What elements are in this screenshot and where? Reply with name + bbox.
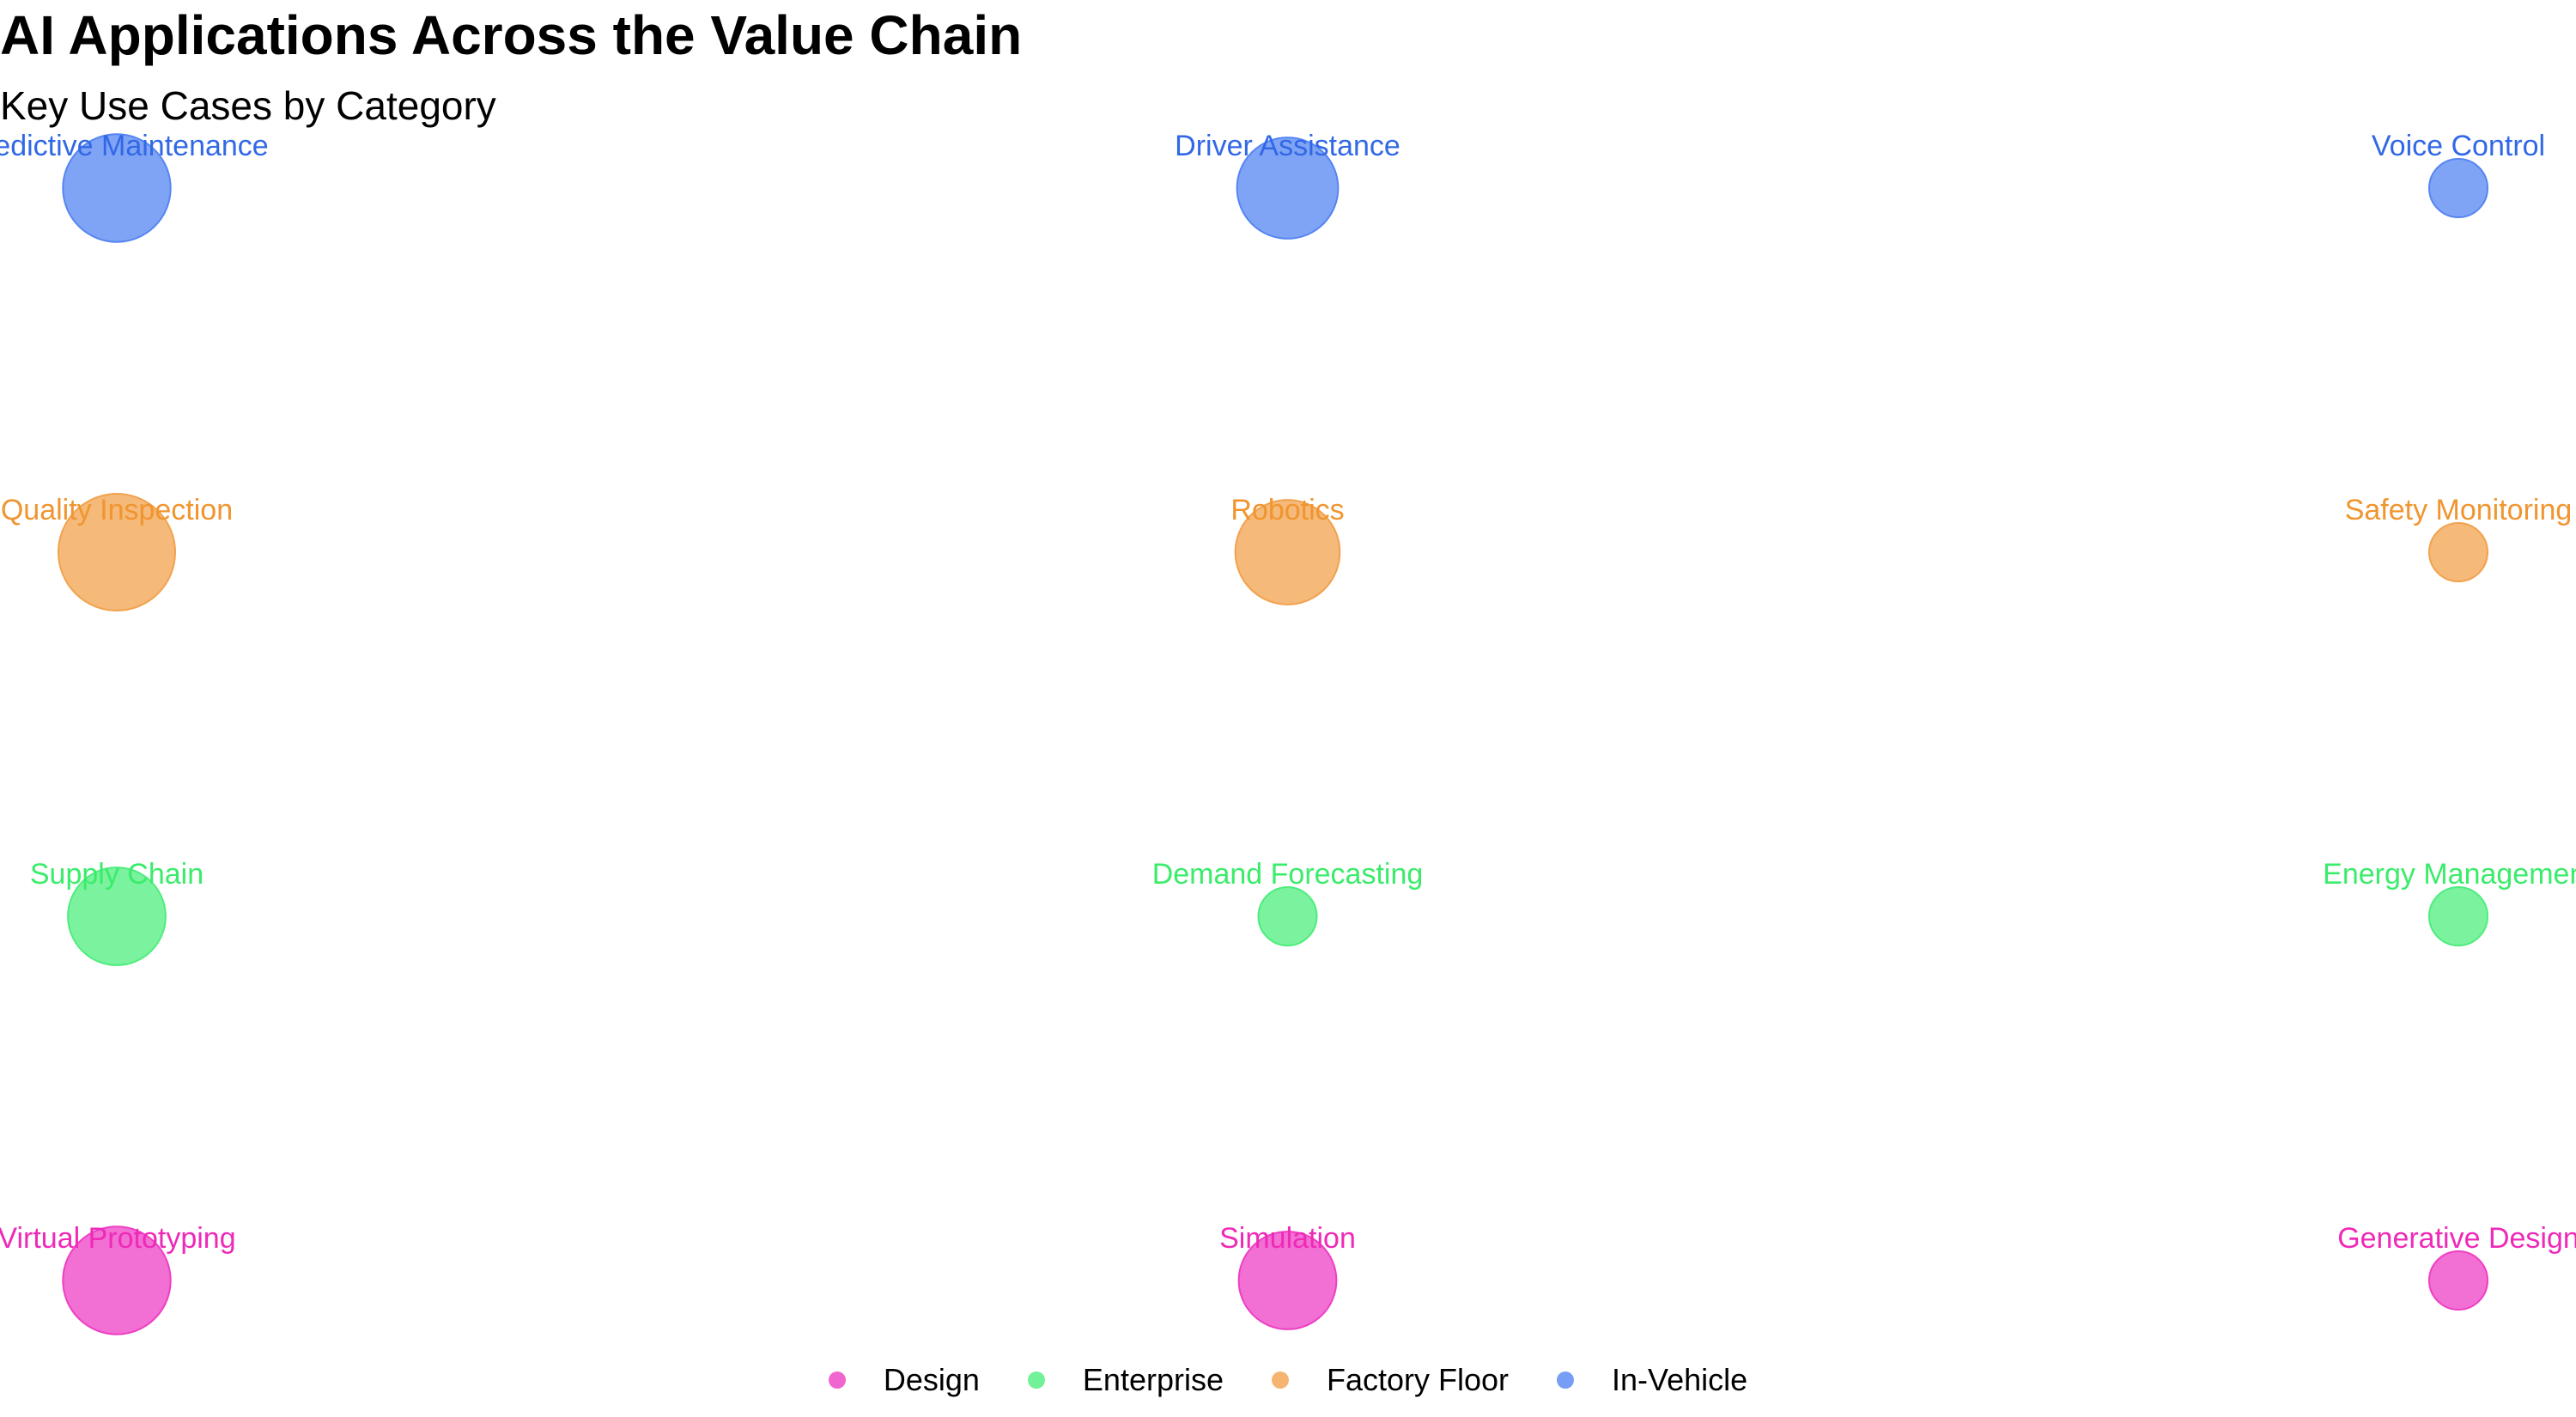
legend-item-enterprise: Enterprise [1027, 1362, 1224, 1398]
bubble-label-virtual-prototyping: Virtual Prototyping [0, 1222, 236, 1255]
bubble-voice-control [2428, 158, 2488, 218]
legend-swatch-in-vehicle [1557, 1371, 1575, 1389]
bubble-label-generative-design: Generative Design [2337, 1222, 2576, 1255]
legend-item-in-vehicle: In-Vehicle [1557, 1362, 1747, 1398]
bubble-label-quality-inspection: Quality Inspection [1, 494, 233, 526]
legend-swatch-design [828, 1371, 846, 1389]
legend-label-in-vehicle: In-Vehicle [1612, 1362, 1748, 1397]
bubble-energy-management [2428, 886, 2488, 946]
legend-item-factory-floor: Factory Floor [1271, 1362, 1510, 1398]
legend-label-enterprise: Enterprise [1082, 1362, 1224, 1397]
bubble-label-safety-monitoring: Safety Monitoring [2345, 494, 2573, 526]
legend-swatch-enterprise [1027, 1371, 1045, 1389]
legend: Design Enterprise Factory Floor In-Vehic… [0, 1362, 2576, 1398]
bubble-plot: Virtual Prototyping Simulation Generative … [0, 130, 2576, 1335]
legend-item-design: Design [828, 1362, 980, 1398]
bubble-label-demand-forecasting: Demand Forecasting [1152, 858, 1424, 891]
bubble-safety-monitoring [2428, 522, 2488, 582]
bubble-label-simulation: Simulation [1219, 1222, 1356, 1255]
legend-label-factory-floor: Factory Floor [1326, 1362, 1510, 1397]
bubble-label-energy-management: Energy Management [2323, 858, 2576, 891]
bubble-generative-design [2428, 1250, 2488, 1311]
bubble-label-robotics: Robotics [1230, 494, 1344, 526]
bubble-label-predictive-maintenance: Predictive Maintenance [0, 130, 269, 162]
bubble-label-driver-assistance: Driver Assistance [1175, 130, 1400, 162]
bubble-label-supply-chain: Supply Chain [30, 858, 204, 891]
legend-swatch-factory-floor [1271, 1371, 1289, 1389]
bubble-demand-forecasting [1257, 886, 1318, 946]
legend-label-design: Design [883, 1362, 980, 1397]
bubble-label-voice-control: Voice Control [2372, 130, 2545, 162]
